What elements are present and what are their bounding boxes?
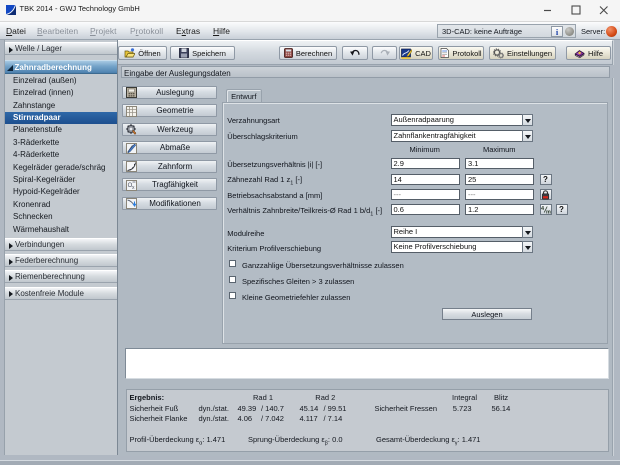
svg-text:4: 4 [541,206,545,212]
svg-text:m: m [546,209,551,214]
